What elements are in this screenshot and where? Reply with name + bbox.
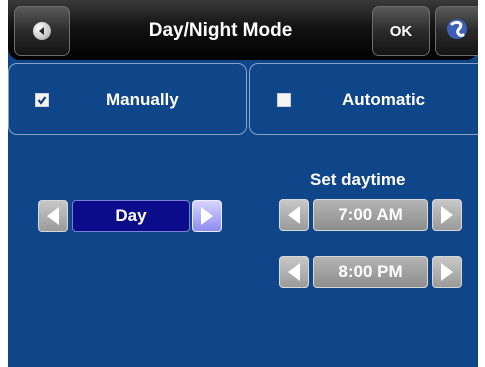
brand-logo-icon xyxy=(446,16,468,47)
ok-button[interactable]: OK xyxy=(372,6,430,56)
brand-button[interactable] xyxy=(435,6,478,56)
back-button[interactable] xyxy=(14,6,70,56)
page-title: Day/Night Mode xyxy=(148,20,293,41)
left-arrow-icon xyxy=(288,263,300,281)
day-next-button[interactable] xyxy=(192,200,222,232)
right-arrow-icon xyxy=(441,263,453,281)
end-time-next-button[interactable] xyxy=(432,256,462,288)
end-time-prev-button[interactable] xyxy=(279,256,309,288)
manually-label: Manually xyxy=(106,90,179,109)
right-arrow-icon xyxy=(201,207,213,225)
right-arrow-icon xyxy=(441,206,453,224)
day-prev-button[interactable] xyxy=(38,200,68,232)
day-mode-value: Day xyxy=(72,200,190,232)
back-arrow-icon xyxy=(33,22,51,40)
start-time-next-button[interactable] xyxy=(432,199,462,231)
start-time-value: 7:00 AM xyxy=(313,199,428,231)
automatic-checkbox[interactable] xyxy=(277,93,291,107)
set-daytime-label: Set daytime xyxy=(310,170,406,189)
left-arrow-icon xyxy=(288,206,300,224)
manually-checkbox[interactable] xyxy=(35,93,49,107)
title-bar: Day/Night Mode OK xyxy=(8,0,478,60)
day-night-mode-screen: Day/Night Mode OK Manually Automatic Set… xyxy=(8,0,478,367)
mode-manually-option[interactable]: Manually xyxy=(8,63,247,135)
left-arrow-icon xyxy=(47,207,59,225)
end-time-value: 8:00 PM xyxy=(313,256,428,288)
automatic-label: Automatic xyxy=(342,90,426,109)
start-time-prev-button[interactable] xyxy=(279,199,309,231)
mode-automatic-option[interactable]: Automatic xyxy=(249,63,478,135)
